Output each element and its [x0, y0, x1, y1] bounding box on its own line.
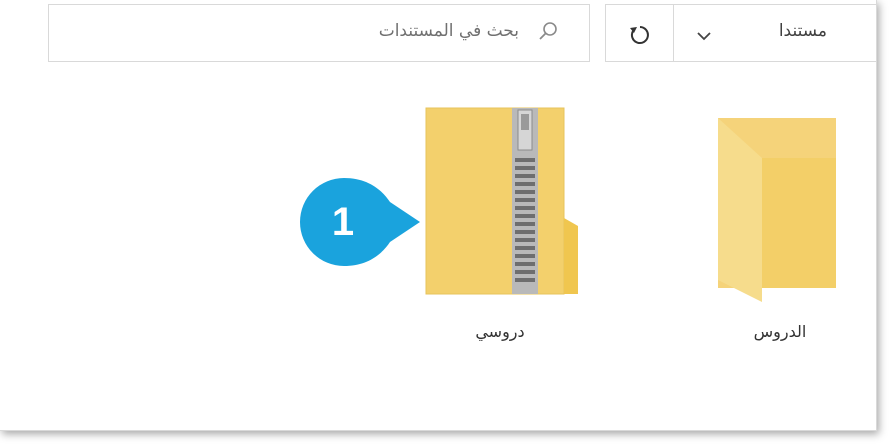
chevron-down-icon[interactable]	[696, 27, 712, 46]
search-placeholder: بحث في المستندات	[378, 21, 519, 41]
search-icon[interactable]	[537, 21, 559, 47]
search-input[interactable]: بحث في المستندات	[48, 4, 590, 62]
zip-folder-label: دروسي	[475, 322, 525, 341]
callout-badge: 1	[298, 176, 423, 272]
refresh-icon	[630, 26, 649, 44]
folder-icon	[718, 118, 836, 302]
zip-folder-item[interactable]: دروسي	[400, 100, 600, 360]
zip-folder-icon	[425, 107, 578, 295]
folder-label: الدروس	[753, 322, 807, 341]
refresh-button[interactable]	[605, 4, 673, 62]
file-explorer-window: بحث في المستندات مستندا دروسي الدروس	[0, 0, 877, 431]
folder-item[interactable]: الدروس	[700, 110, 860, 360]
callout-number: 1	[331, 199, 355, 244]
address-bar[interactable]: مستندا	[673, 4, 876, 62]
address-path: مستندا	[778, 21, 827, 41]
